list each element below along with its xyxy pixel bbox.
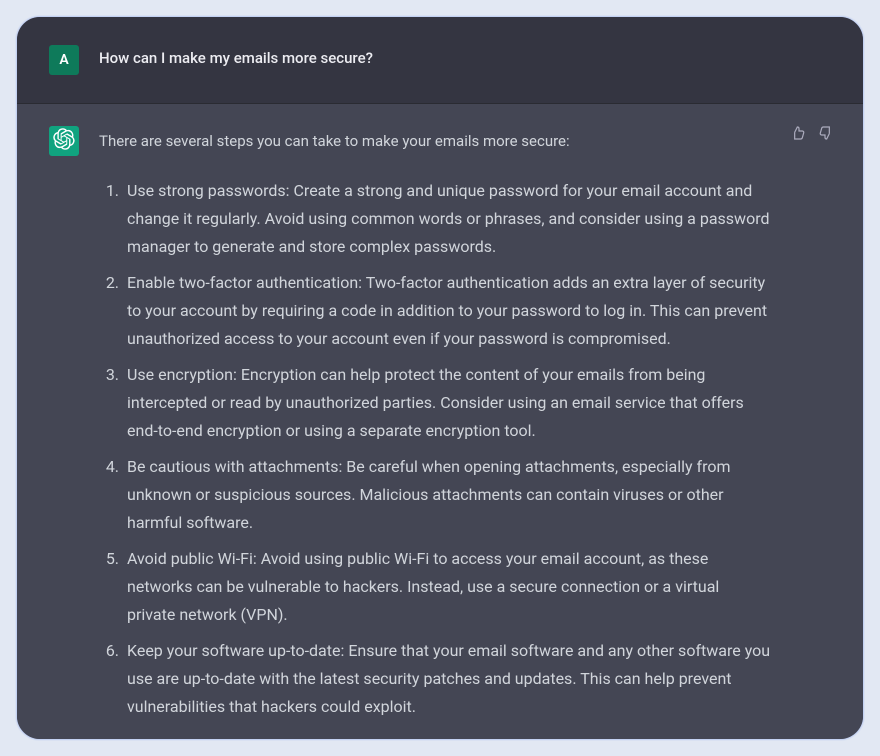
thumbs-up-icon [790, 125, 806, 145]
assistant-list: Use strong passwords: Create a strong an… [99, 177, 771, 721]
thumbs-up-button[interactable] [789, 126, 807, 144]
chat-card: A How can I make my emails more secure? … [16, 16, 864, 740]
thumbs-down-button[interactable] [817, 126, 835, 144]
openai-logo-icon [53, 128, 75, 154]
assistant-avatar [49, 126, 79, 156]
list-item: Use encryption: Encryption can help prot… [123, 361, 771, 445]
list-item: Enable two-factor authentication: Two-fa… [123, 269, 771, 353]
list-item: Keep your software up-to-date: Ensure th… [123, 637, 771, 721]
list-item: Be cautious with attachments: Be careful… [123, 453, 771, 537]
thumbs-down-icon [818, 125, 834, 145]
feedback-buttons [789, 126, 835, 144]
assistant-content: There are several steps you can take to … [99, 126, 831, 729]
user-message-text: How can I make my emails more secure? [99, 45, 373, 67]
user-message-row: A How can I make my emails more secure? [17, 17, 863, 104]
user-avatar-letter: A [59, 52, 68, 68]
user-avatar: A [49, 45, 79, 75]
list-item: Use strong passwords: Create a strong an… [123, 177, 771, 261]
assistant-message-row: There are several steps you can take to … [17, 104, 863, 740]
assistant-intro-text: There are several steps you can take to … [99, 126, 771, 155]
list-item: Avoid public Wi-Fi: Avoid using public W… [123, 545, 771, 629]
